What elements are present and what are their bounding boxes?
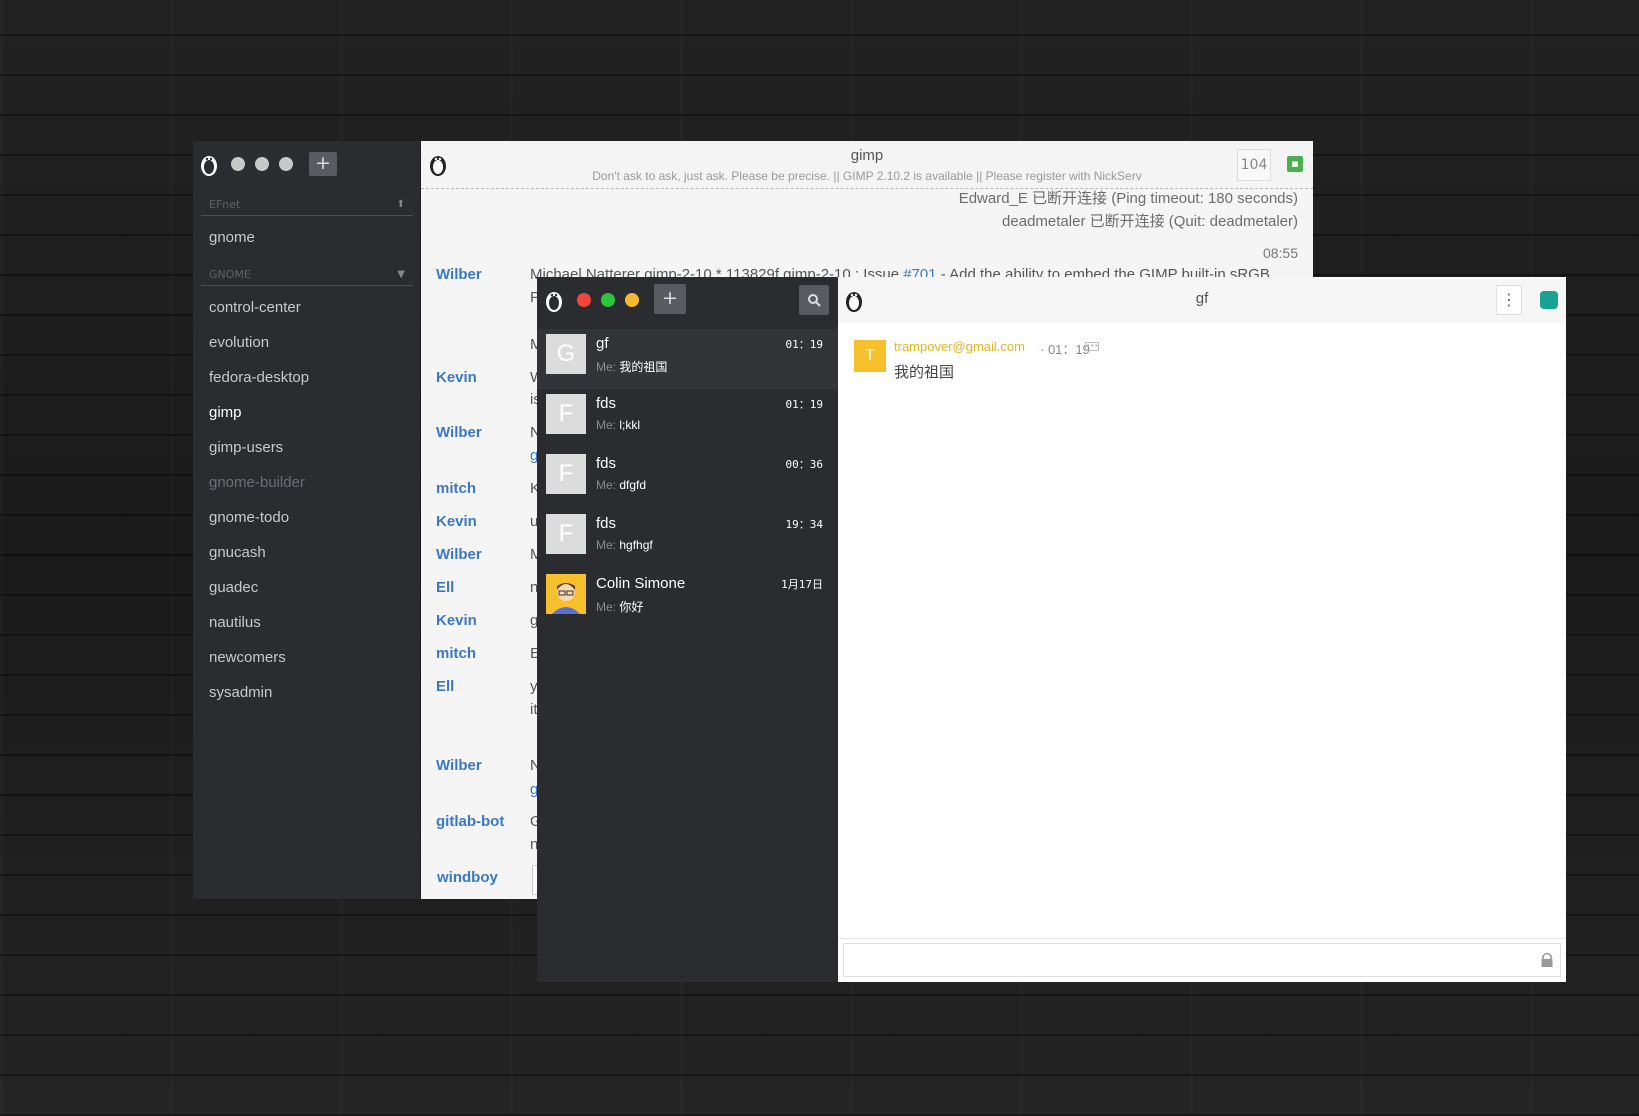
chat-panel: gf ⋮ T trampover@gmail.com · 01：19 ••• 我…	[838, 277, 1566, 982]
message-text: 我的祖国	[894, 363, 955, 381]
channel-item[interactable]: gnome	[209, 229, 255, 246]
message-nick[interactable]: Ell	[436, 678, 454, 695]
conversation-preview: Me: hgfhgf	[596, 538, 653, 552]
window-close-button[interactable]	[231, 157, 245, 171]
message-nick[interactable]: mitch	[436, 645, 476, 662]
tux-logo-icon	[201, 156, 217, 176]
more-options-button[interactable]: ⋮	[1496, 285, 1522, 315]
channel-item[interactable]: gnome-builder	[209, 474, 305, 491]
search-icon	[808, 294, 821, 307]
conversation-name: fds	[596, 515, 617, 532]
window-minimize-button[interactable]	[625, 293, 639, 307]
lock-icon[interactable]	[1540, 952, 1554, 968]
avatar: F	[546, 514, 586, 554]
window-close-button[interactable]	[577, 293, 591, 307]
new-chat-button[interactable]: +	[654, 284, 686, 314]
composer-divider	[838, 938, 1566, 939]
channel-item[interactable]: gnucash	[209, 544, 266, 561]
conversation-preview: Me: 我的祖国	[596, 360, 668, 374]
conversation-preview: Me: 你好	[596, 600, 644, 614]
pin-icon[interactable]: ⬆	[397, 196, 405, 214]
message-nick[interactable]: Kevin	[436, 612, 477, 629]
avatar: G	[546, 334, 586, 374]
message-nick[interactable]: Wilber	[436, 424, 482, 441]
conversation-preview: Me: dfgfd	[596, 478, 647, 492]
window-minimize-button[interactable]	[279, 157, 293, 171]
irc-sidebar: + EFnet ⬆ gnome GNOME ▼ control-center e…	[193, 141, 420, 899]
message-nick[interactable]: Kevin	[436, 369, 477, 386]
message-nick[interactable]: gitlab-bot	[436, 813, 504, 830]
message-timestamp: 08:55	[1262, 245, 1298, 261]
message-input[interactable]	[843, 943, 1561, 977]
app-icon[interactable]	[1540, 291, 1558, 309]
channel-item[interactable]: gimp-users	[209, 439, 283, 456]
channel-item[interactable]: newcomers	[209, 649, 286, 666]
conversation-item[interactable]: F fds Me: dfgfd 00：36	[537, 449, 838, 509]
user-list-icon[interactable]: ▪	[1287, 156, 1303, 172]
search-button[interactable]	[799, 285, 829, 315]
conversation-item[interactable]: G gf Me: 我的祖国 01：19	[537, 329, 838, 389]
avatar	[546, 574, 586, 614]
user-count-badge[interactable]: 104	[1237, 149, 1271, 181]
channel-item[interactable]: control-center	[209, 299, 301, 316]
channel-item[interactable]: sysadmin	[209, 684, 272, 701]
chat-header: gf ⋮	[838, 277, 1566, 323]
network-header-gnome[interactable]: GNOME ▼	[201, 266, 413, 286]
chat-list-window: + G gf Me: 我的祖国 01：19 F fds Me: l;kkl 01…	[537, 277, 838, 982]
channel-item[interactable]: guadec	[209, 579, 258, 596]
message-sender[interactable]: trampover@gmail.com	[894, 339, 1025, 354]
channel-header: gimp Don't ask to ask, just ask. Please …	[421, 141, 1313, 189]
network-label: EFnet	[209, 198, 241, 211]
conversation-item[interactable]: F fds Me: hgfhgf 19：34	[537, 509, 838, 569]
irc-sidebar-toolbar: +	[193, 141, 420, 187]
message-nick[interactable]: Kevin	[436, 513, 477, 530]
chevron-down-icon[interactable]: ▼	[397, 266, 405, 284]
chat-title: gf	[1195, 290, 1209, 307]
message-nick[interactable]: Wilber	[436, 757, 482, 774]
message-nick[interactable]: Wilber	[436, 546, 482, 563]
network-label: GNOME	[209, 268, 251, 281]
message-nick[interactable]: Wilber	[436, 266, 482, 283]
avatar: T	[854, 340, 886, 372]
message-nick[interactable]: mitch	[436, 480, 476, 497]
channel-item[interactable]: fedora-desktop	[209, 369, 309, 386]
system-message: Edward_E 已断开连接 (Ping timeout: 180 second…	[958, 190, 1298, 207]
window-maximize-button[interactable]	[255, 157, 269, 171]
message-nick[interactable]: Ell	[436, 579, 454, 596]
conversation-preview: Me: l;kkl	[596, 418, 641, 432]
avatar: F	[546, 454, 586, 494]
person-avatar-icon	[546, 574, 586, 614]
conversation-time: 01：19	[785, 338, 824, 351]
channel-item[interactable]: nautilus	[209, 614, 261, 631]
channel-item[interactable]: evolution	[209, 334, 269, 351]
channel-topic: Don't ask to ask, just ask. Please be pr…	[592, 169, 1142, 183]
message-nick[interactable]: windboy	[437, 869, 498, 886]
channel-item-active[interactable]: gimp	[209, 404, 242, 421]
window-maximize-button[interactable]	[601, 293, 615, 307]
avatar: F	[546, 394, 586, 434]
tux-logo-icon	[546, 292, 562, 312]
conversation-item[interactable]: Colin Simone Me: 你好 1月17日	[537, 569, 838, 629]
conversation-name: Colin Simone	[596, 575, 686, 592]
conversation-time: 19：34	[785, 518, 824, 531]
message-options-icon[interactable]: •••	[1085, 342, 1099, 351]
conversation-item[interactable]: F fds Me: l;kkl 01：19	[537, 389, 838, 449]
add-channel-button[interactable]: +	[309, 152, 337, 176]
system-message: deadmetaler 已断开连接 (Quit: deadmetaler)	[1002, 213, 1298, 230]
conversation-name: fds	[596, 455, 617, 472]
channel-title: gimp	[850, 147, 884, 164]
channel-item[interactable]: gnome-todo	[209, 509, 289, 526]
network-header-efnet[interactable]: EFnet ⬆	[201, 196, 413, 216]
conversation-name: gf	[596, 335, 609, 352]
conversation-time: 1月17日	[781, 578, 823, 591]
conversation-name: fds	[596, 395, 617, 412]
conversation-time: 01：19	[785, 398, 824, 411]
message-time: · 01：19	[1040, 342, 1090, 357]
conversation-time: 00：36	[785, 458, 824, 471]
